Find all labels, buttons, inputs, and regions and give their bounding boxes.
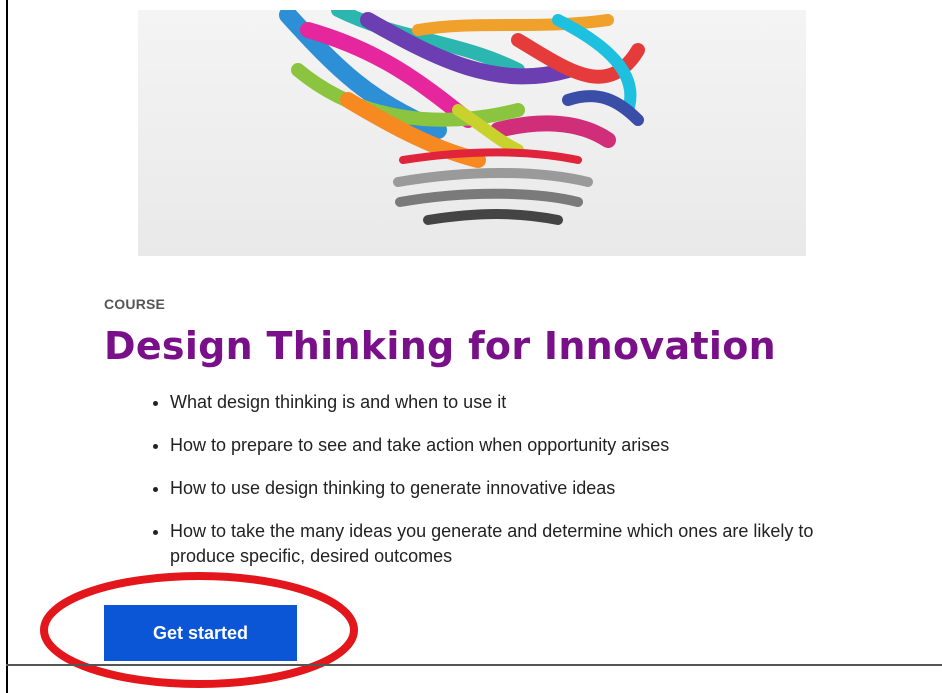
course-learning-points: What design thinking is and when to use … [150, 390, 870, 587]
learning-point-1: What design thinking is and when to use … [170, 390, 870, 415]
course-type-label: COURSE [104, 296, 166, 312]
learning-point-4: How to take the many ideas you generate … [170, 519, 870, 569]
window-bottom-border [6, 664, 942, 666]
learning-point-2: How to prepare to see and take action wh… [170, 433, 870, 458]
window-left-border [6, 0, 8, 693]
get-started-button[interactable]: Get started [104, 605, 297, 661]
course-hero-image [138, 10, 806, 256]
course-title: Design Thinking for Innovation [104, 324, 776, 368]
lightbulb-paint-strokes-icon [279, 10, 645, 225]
learning-point-3: How to use design thinking to generate i… [170, 476, 870, 501]
